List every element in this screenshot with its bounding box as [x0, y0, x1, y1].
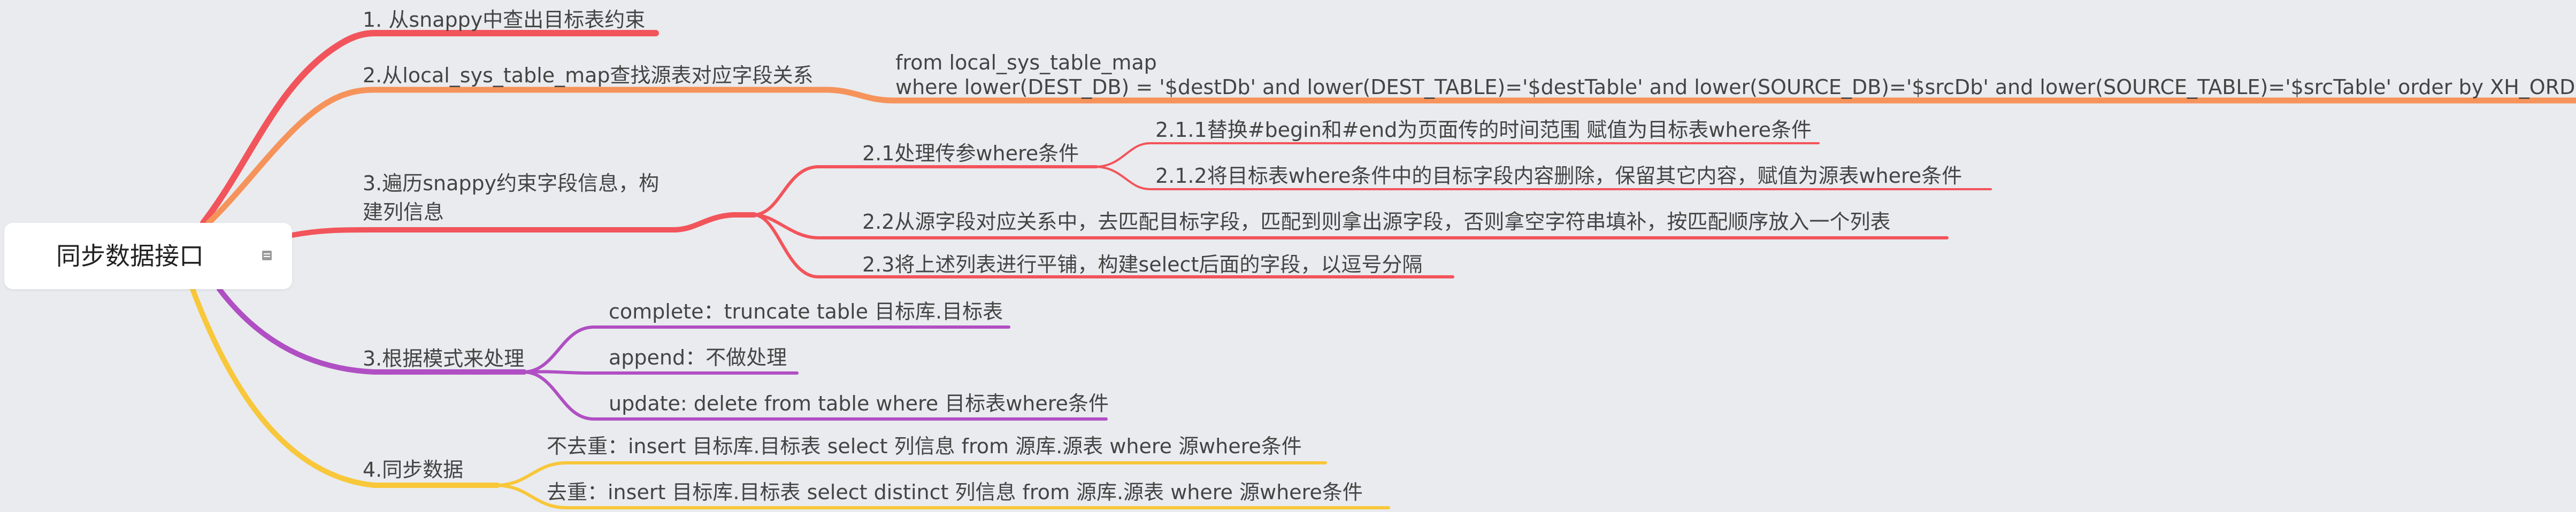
branch-3-label-line1[interactable]: 3.遍历snappy约束字段信息，构	[363, 171, 659, 196]
connector-branch-3	[289, 212, 757, 238]
step-2-2-label[interactable]: 2.2从源字段对应关系中，去匹配目标字段，匹配到则拿出源字段，否则拿空字符串填补…	[862, 210, 1890, 234]
mode-append-label[interactable]: append：不做处理	[609, 345, 787, 370]
mode-update-label[interactable]: update: delete from table where 目标表where…	[609, 391, 1109, 416]
note-icon[interactable]	[262, 251, 272, 260]
connector-sub-2-1	[753, 165, 1098, 216]
connector-branch-2	[205, 87, 2576, 226]
step-2-1-2-label[interactable]: 2.1.2将目标表where条件中的目标字段内容删除，保留其它内容，赋值为源表w…	[1155, 164, 1962, 188]
branch-2-label[interactable]: 2.从local_sys_table_map查找源表对应字段关系	[363, 63, 814, 88]
connector-branch-5	[190, 286, 500, 488]
branch-2-detail-line2[interactable]: where lower(DEST_DB) = '$destDb' and low…	[895, 75, 2576, 99]
sync-nodedup-label[interactable]: 不去重：insert 目标库.目标表 select 列信息 from 源库.源表…	[547, 434, 1302, 459]
branch-1-label[interactable]: 1. 从snappy中查出目标表约束	[363, 7, 645, 32]
step-2-1-label[interactable]: 2.1处理传参where条件	[862, 141, 1079, 166]
branch-3-label-line2[interactable]: 建列信息	[363, 200, 444, 224]
step-2-1-1-label[interactable]: 2.1.1替换#begin和#end为页面传的时间范围 赋值为目标表where条…	[1155, 118, 1812, 142]
connector-mode-append	[523, 370, 799, 375]
root-label: 同步数据接口	[56, 242, 204, 270]
branch-4-label[interactable]: 3.根据模式来处理	[363, 346, 524, 371]
step-2-3-label[interactable]: 2.3将上述列表进行平铺，构建select后面的字段，以逗号分隔	[862, 252, 1422, 277]
mode-complete-label[interactable]: complete：truncate table 目标库.目标表	[609, 299, 1003, 324]
branch-5-label[interactable]: 4.同步数据	[363, 457, 463, 482]
branch-2-detail-line1[interactable]: from local_sys_table_map	[895, 50, 1157, 75]
sync-dedup-label[interactable]: 去重：insert 目标库.目标表 select distinct 列信息 fr…	[547, 480, 1363, 505]
